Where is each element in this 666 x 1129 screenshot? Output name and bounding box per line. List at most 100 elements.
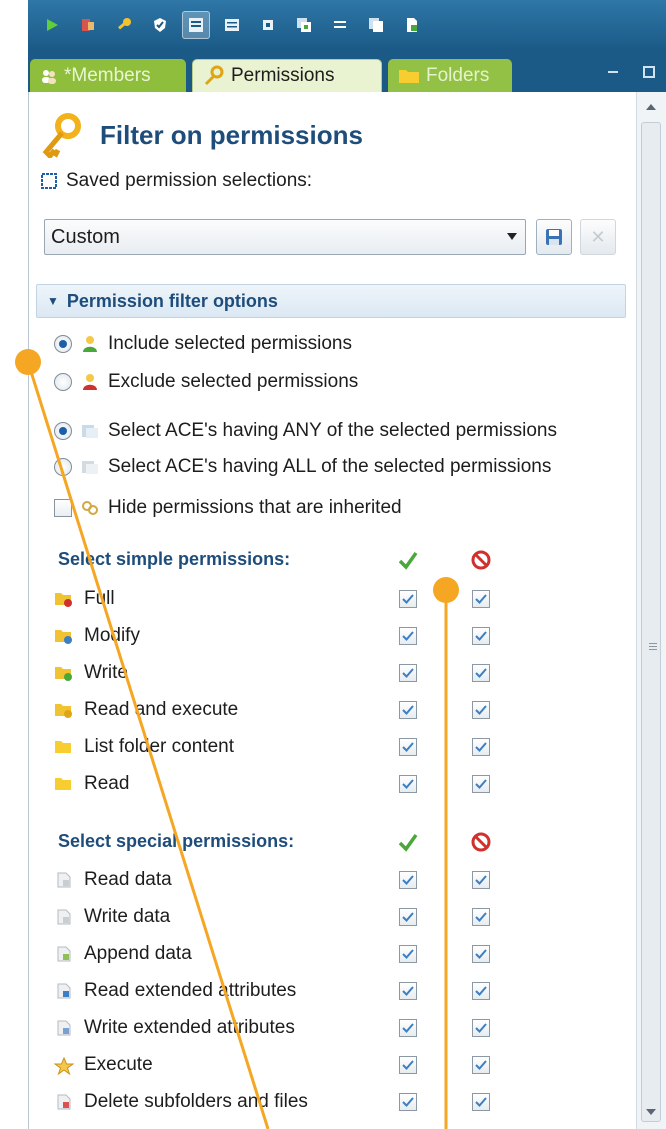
users-icon (42, 69, 56, 84)
permission-row-append-data: Append data (54, 943, 504, 967)
delete-selection-button[interactable]: ✕ (580, 219, 616, 255)
tools-icon (82, 19, 94, 31)
permission-label: Append data (84, 943, 192, 964)
allow-checkbox-delete-subfolders-and-files[interactable] (399, 1093, 417, 1111)
section-title: Permission filter options (66, 290, 278, 311)
simple-permissions-title: Select simple permissions: (58, 549, 291, 569)
all-radio[interactable] (54, 458, 72, 476)
deny-checkbox-modify[interactable] (472, 627, 490, 645)
deny-checkbox-read-and-execute[interactable] (472, 701, 490, 719)
write-icon (54, 665, 74, 681)
play-button[interactable] (38, 11, 66, 39)
allow-checkbox-modify[interactable] (399, 627, 417, 645)
all-label: Select ACE's having ALL of the selected … (108, 456, 552, 477)
deny-checkbox-list-folder-content[interactable] (472, 738, 490, 756)
user-exclude-icon (83, 374, 97, 390)
permission-row-execute: Execute (53, 1054, 504, 1078)
copy-button[interactable] (290, 11, 318, 39)
write-data-icon (54, 909, 74, 925)
list-button[interactable] (326, 11, 354, 39)
save-selection-button[interactable] (536, 219, 572, 255)
any-option[interactable]: Select ACE's having ANY of the selected … (54, 420, 557, 442)
permission-label: Read extended attributes (84, 980, 297, 1001)
grid-active-button[interactable] (182, 11, 210, 39)
all-option[interactable]: Select ACE's having ALL of the selected … (54, 456, 551, 478)
deny-checkbox-write[interactable] (472, 664, 490, 682)
permission-row-read-data: Read data (54, 869, 504, 893)
exclude-option[interactable]: Exclude selected permissions (54, 371, 358, 393)
include-label: Include selected permissions (108, 333, 352, 354)
hide-inherited-checkbox[interactable] (54, 499, 72, 517)
inherited-icon (82, 501, 98, 515)
selection-icon (41, 173, 57, 189)
allow-checkbox-read-and-execute[interactable] (399, 701, 417, 719)
grid-active-icon (189, 18, 203, 32)
grid-button[interactable] (218, 11, 246, 39)
tools-button[interactable] (74, 11, 102, 39)
maximize-button[interactable] (642, 64, 656, 78)
saved-selections-row: Saved permission selections: (40, 170, 312, 192)
square-icon (263, 20, 273, 30)
allow-checkbox-read[interactable] (399, 775, 417, 793)
shield-button[interactable] (146, 11, 174, 39)
deny-checkbox-read-data[interactable] (472, 871, 490, 889)
deny-checkbox-write-data[interactable] (472, 908, 490, 926)
permission-label: Write data (84, 906, 171, 927)
allow-checkbox-read-extended-attributes[interactable] (399, 982, 417, 1000)
permission-label: Write extended attributes (84, 1017, 295, 1038)
permission-label: Execute (84, 1054, 153, 1075)
square-button[interactable] (254, 11, 282, 39)
any-radio[interactable] (54, 422, 72, 440)
scroll-up-arrow-icon[interactable] (646, 104, 656, 110)
list-icon (334, 21, 346, 28)
allow-checkbox-write-data[interactable] (399, 908, 417, 926)
minimize-button[interactable] (606, 64, 620, 78)
deny-checkbox-delete-subfolders-and-files[interactable] (472, 1093, 490, 1111)
saved-selection-dropdown[interactable]: Custom (44, 219, 526, 255)
document-button[interactable] (398, 11, 426, 39)
deny-checkbox-read[interactable] (472, 775, 490, 793)
scroll-down-arrow-icon[interactable] (646, 1109, 656, 1115)
permission-filter-options-header[interactable]: ▼ Permission filter options (36, 284, 626, 318)
folder-icon (399, 69, 419, 83)
allow-checkbox-execute[interactable] (399, 1056, 417, 1074)
include-option[interactable]: Include selected permissions (54, 333, 352, 355)
allow-checkbox-write-extended-attributes[interactable] (399, 1019, 417, 1037)
deny-checkbox-full[interactable] (472, 590, 490, 608)
toolbar (28, 0, 666, 50)
deny-checkbox-read-extended-attributes[interactable] (472, 982, 490, 1000)
permission-label: Full (84, 588, 115, 609)
scrollbar-grip-icon (649, 643, 657, 652)
tab-permissions[interactable]: Permissions (192, 59, 382, 92)
vertical-scrollbar[interactable] (636, 92, 666, 1129)
tab-folders-label: Folders (426, 64, 490, 86)
permission-row-read-and-execute: Read and execute (54, 699, 504, 723)
include-radio[interactable] (54, 335, 72, 353)
shield-check-icon (154, 18, 166, 32)
allow-checkbox-full[interactable] (399, 590, 417, 608)
deny-icon (471, 832, 491, 852)
deny-checkbox-append-data[interactable] (472, 945, 490, 963)
any-label: Select ACE's having ANY of the selected … (108, 420, 557, 441)
scrollbar-thumb[interactable] (641, 122, 661, 1122)
execute-icon (53, 1056, 75, 1076)
allow-checkbox-list-folder-content[interactable] (399, 738, 417, 756)
allow-checkbox-append-data[interactable] (399, 945, 417, 963)
key-button[interactable] (110, 11, 138, 39)
special-permissions-title: Select special permissions: (58, 831, 295, 851)
duplicate-button[interactable] (362, 11, 390, 39)
page-title: Filter on permissions (100, 119, 363, 150)
exclude-radio[interactable] (54, 373, 72, 391)
panel-title-row: Filter on permissions (40, 112, 363, 158)
minimize-icon (608, 71, 618, 73)
tab-folders[interactable]: Folders (388, 59, 512, 92)
exclude-label: Exclude selected permissions (108, 371, 359, 392)
deny-checkbox-write-extended-attributes[interactable] (472, 1019, 490, 1037)
allow-checkbox-write[interactable] (399, 664, 417, 682)
permission-label: Delete subfolders and files (84, 1091, 308, 1112)
allow-checkbox-read-data[interactable] (399, 871, 417, 889)
tab-members[interactable]: *Members (30, 59, 186, 92)
hide-inherited-option[interactable]: Hide permissions that are inherited (54, 497, 402, 519)
saved-selections-label: Saved permission selections: (66, 170, 313, 191)
deny-checkbox-execute[interactable] (472, 1056, 490, 1074)
